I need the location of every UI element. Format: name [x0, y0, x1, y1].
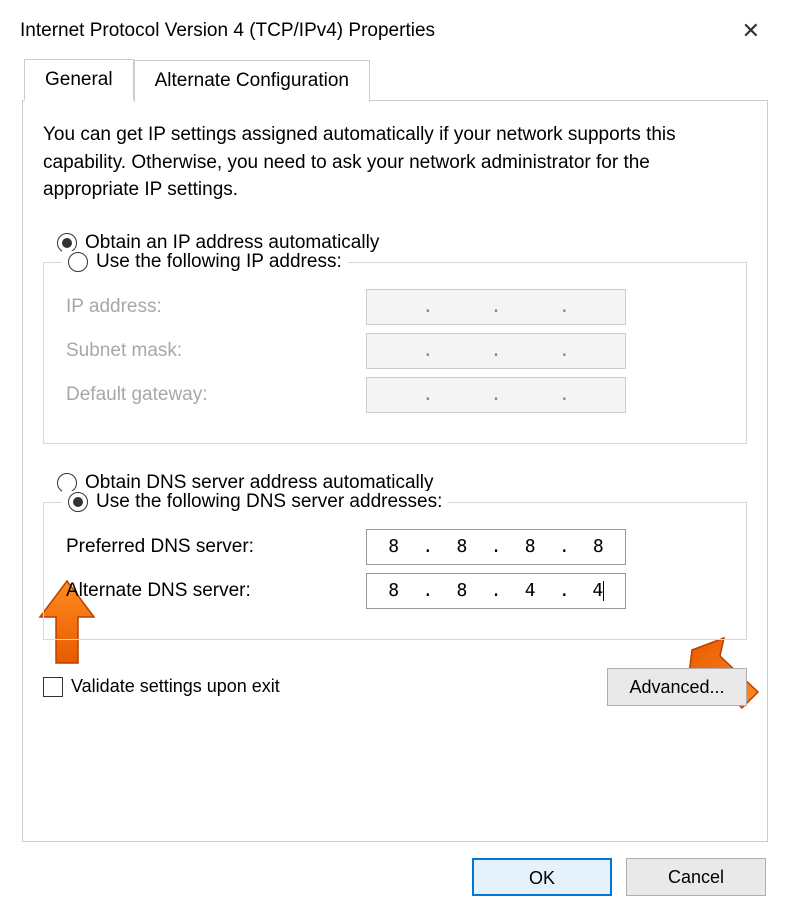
gateway-label: Default gateway:: [66, 384, 366, 406]
footer-buttons: OK Cancel: [0, 842, 790, 896]
gateway-row: Default gateway: . . .: [66, 377, 724, 413]
bottom-row: Validate settings upon exit Advanced...: [43, 668, 747, 706]
radio-ip-manual[interactable]: Use the following IP address:: [62, 251, 348, 273]
subnet-label: Subnet mask:: [66, 340, 366, 362]
window-title: Internet Protocol Version 4 (TCP/IPv4) P…: [20, 20, 732, 42]
cancel-button[interactable]: Cancel: [626, 858, 766, 896]
preferred-dns-row: Preferred DNS server: 8. 8. 8. 8: [66, 529, 724, 565]
tab-strip: General Alternate Configuration: [0, 58, 790, 100]
dns-fieldset: Use the following DNS server addresses: …: [43, 502, 747, 640]
ip-address-label: IP address:: [66, 296, 366, 318]
alternate-dns-label: Alternate DNS server:: [66, 580, 366, 602]
ip-fieldset: Use the following IP address: IP address…: [43, 262, 747, 444]
radio-icon: [57, 233, 77, 253]
tab-panel-general: You can get IP settings assigned automat…: [22, 100, 768, 842]
radio-label: Use the following IP address:: [96, 251, 342, 273]
subnet-input: . . .: [366, 333, 626, 369]
tab-general[interactable]: General: [24, 59, 134, 101]
close-icon[interactable]: ✕: [732, 14, 770, 48]
ip-address-input: . . .: [366, 289, 626, 325]
radio-icon: [57, 473, 77, 493]
radio-icon: [68, 492, 88, 512]
titlebar: Internet Protocol Version 4 (TCP/IPv4) P…: [0, 0, 790, 58]
description-text: You can get IP settings assigned automat…: [43, 121, 747, 204]
checkbox-icon: [43, 677, 63, 697]
radio-dns-manual[interactable]: Use the following DNS server addresses:: [62, 491, 448, 513]
ip-address-row: IP address: . . .: [66, 289, 724, 325]
preferred-dns-label: Preferred DNS server:: [66, 536, 366, 558]
alternate-dns-input[interactable]: 8. 8. 4. 4: [366, 573, 626, 609]
gateway-input: . . .: [366, 377, 626, 413]
validate-checkbox-row[interactable]: Validate settings upon exit: [43, 676, 607, 697]
tab-alternate[interactable]: Alternate Configuration: [134, 60, 370, 102]
radio-icon: [68, 252, 88, 272]
alternate-dns-row: Alternate DNS server: 8. 8. 4. 4: [66, 573, 724, 609]
preferred-dns-input[interactable]: 8. 8. 8. 8: [366, 529, 626, 565]
radio-label: Use the following DNS server addresses:: [96, 491, 442, 513]
advanced-button[interactable]: Advanced...: [607, 668, 747, 706]
validate-label: Validate settings upon exit: [71, 676, 280, 697]
subnet-row: Subnet mask: . . .: [66, 333, 724, 369]
ok-button[interactable]: OK: [472, 858, 612, 896]
